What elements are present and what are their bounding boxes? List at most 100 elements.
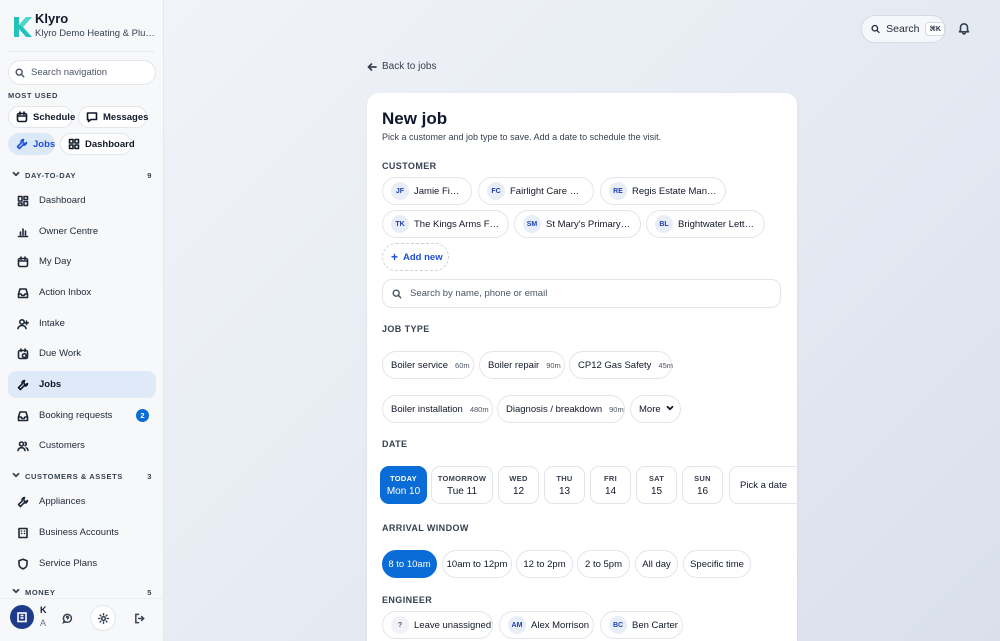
nav-search-input[interactable]: Search navigation <box>8 60 156 85</box>
engineer-option[interactable]: ? Leave unassigned <box>382 611 493 639</box>
notifications-button[interactable] <box>957 21 973 37</box>
date-option[interactable]: WED 12 <box>498 466 539 504</box>
arrival-window-option[interactable]: 10am to 12pm <box>442 550 512 578</box>
chevron-down-icon <box>12 170 20 180</box>
date-option[interactable]: SUN 16 <box>682 466 723 504</box>
bar-chart-icon <box>17 226 29 238</box>
sidebar-item-appliances[interactable]: Appliances <box>8 488 156 515</box>
quick-jobs-label: Jobs <box>33 138 56 150</box>
engineer-name: Alex Morrison <box>531 619 590 631</box>
count-badge: 2 <box>136 409 149 422</box>
building-icon <box>17 527 29 539</box>
group-customers-assets-count: 3 <box>147 471 152 481</box>
sidebar-item-intake[interactable]: Intake <box>8 310 156 337</box>
more-job-types-button[interactable]: More <box>630 395 681 423</box>
group-day-to-day-count: 9 <box>147 170 152 180</box>
customer-name: The Kings Arms Fre... <box>414 218 500 230</box>
theme-toggle-button[interactable] <box>90 605 116 631</box>
job-type-duration: 90m <box>546 360 561 370</box>
customer-initials: JF <box>391 182 409 200</box>
customer-option[interactable]: SM St Mary's Primary S... <box>514 210 641 238</box>
inbox-icon <box>17 410 29 422</box>
sidebar-item-owner-centre[interactable]: Owner Centre <box>8 218 156 245</box>
calendar-icon <box>16 111 28 123</box>
klyro-logo-icon <box>14 17 32 37</box>
sidebar-item-due-work[interactable]: Due Work <box>8 340 156 367</box>
date-option[interactable]: FRI 14 <box>590 466 631 504</box>
job-type-option[interactable]: Boiler service 60m <box>382 351 474 379</box>
brand[interactable]: Klyro Klyro Demo Heating & Plumbing <box>11 11 157 41</box>
date-value: 15 <box>650 485 663 497</box>
customer-search-input[interactable]: Search by name, phone or email <box>382 279 781 308</box>
back-to-jobs-link[interactable]: Back to jobs <box>367 61 436 72</box>
global-search-button[interactable]: Search ⌘K <box>861 15 946 43</box>
users-icon <box>17 440 29 452</box>
sidebar-footer: K A <box>0 598 163 641</box>
customer-option[interactable]: RE Regis Estate Manag... <box>600 177 726 205</box>
sidebar-item-dashboard[interactable]: Dashboard <box>8 187 156 214</box>
global-search-label: Search <box>886 23 920 35</box>
sidebar-item-business-accounts[interactable]: Business Accounts <box>8 519 156 546</box>
date-value: 13 <box>558 485 571 497</box>
quick-dashboard[interactable]: Dashboard <box>60 133 135 155</box>
sidebar: Klyro Klyro Demo Heating & Plumbing Sear… <box>0 0 164 641</box>
sun-icon <box>97 612 109 624</box>
more-label: More <box>639 403 661 415</box>
job-type-option[interactable]: CP12 Gas Safety 45m <box>569 351 673 379</box>
job-type-option[interactable]: Boiler installation 480m <box>382 395 493 423</box>
date-option[interactable]: TODAY Mon 10 <box>380 466 427 504</box>
group-day-to-day[interactable]: DAY-TO-DAY 9 <box>12 168 152 182</box>
arrival-window-option[interactable]: All day <box>635 550 678 578</box>
sidebar-item-action-inbox[interactable]: Action Inbox <box>8 279 156 306</box>
arrow-left-icon <box>367 62 377 71</box>
shield-icon <box>17 557 29 570</box>
arrival-window-option[interactable]: Specific time <box>683 550 751 578</box>
arrival-window-section-label: ARRIVAL WINDOW <box>382 523 469 533</box>
engineer-initials: ? <box>391 616 409 634</box>
arrival-window-option[interactable]: 12 to 2pm <box>516 550 573 578</box>
shortcut-hint: ⌘K <box>925 22 945 36</box>
date-option[interactable]: TOMORROW Tue 11 <box>431 466 493 504</box>
group-customers-assets[interactable]: CUSTOMERS & ASSETS 3 <box>12 469 152 483</box>
quick-schedule[interactable]: Schedule <box>8 106 75 128</box>
logout-button[interactable] <box>126 605 152 631</box>
user-sub: A <box>40 618 47 628</box>
calendar-clock-icon <box>17 347 29 360</box>
customer-option[interactable]: TK The Kings Arms Fre... <box>382 210 509 238</box>
wrench-icon <box>17 496 29 508</box>
job-type-option[interactable]: Diagnosis / breakdown 90m <box>497 395 625 423</box>
group-money[interactable]: MONEY 5 <box>12 585 152 599</box>
wrench-icon <box>16 138 28 150</box>
sidebar-item-customers[interactable]: Customers <box>8 432 156 459</box>
sidebar-item-my-day[interactable]: My Day <box>8 248 156 275</box>
date-option[interactable]: SAT 15 <box>636 466 677 504</box>
help-button[interactable] <box>54 605 80 631</box>
quick-messages[interactable]: Messages <box>78 106 148 128</box>
sidebar-item-booking-requests[interactable]: Booking requests 2 <box>8 402 156 429</box>
customer-option[interactable]: BL Brightwater Lettings <box>646 210 765 238</box>
engineer-option[interactable]: AM Alex Morrison <box>499 611 594 639</box>
wrench-icon <box>17 379 29 391</box>
sidebar-item-label: Appliances <box>39 496 86 507</box>
date-day: TOMORROW <box>437 473 487 483</box>
page-title: New job <box>382 109 448 128</box>
sidebar-item-jobs[interactable]: Jobs <box>8 371 156 398</box>
job-type-name: Boiler service <box>391 359 449 371</box>
quick-jobs[interactable]: Jobs <box>8 133 55 155</box>
sidebar-item-service-plans[interactable]: Service Plans <box>8 550 156 577</box>
job-type-option[interactable]: Boiler repair 90m <box>479 351 565 379</box>
date-option[interactable]: THU 13 <box>544 466 585 504</box>
arrival-window-option[interactable]: 2 to 5pm <box>577 550 630 578</box>
customer-option[interactable]: JF Jamie Fixture <box>382 177 472 205</box>
arrival-window-label: 2 to 5pm <box>585 558 622 570</box>
arrival-window-option[interactable]: 8 to 10am <box>382 550 437 578</box>
new-job-card: New job Pick a customer and job type to … <box>367 93 799 641</box>
engineer-option[interactable]: BC Ben Carter <box>600 611 683 639</box>
plus-icon: + <box>391 250 399 264</box>
avatar[interactable] <box>10 605 34 629</box>
date-day: TODAY <box>390 473 417 483</box>
pick-a-date-button[interactable]: Pick a date <box>729 466 799 504</box>
customer-initials: TK <box>391 215 409 233</box>
customer-option[interactable]: FC Fairlight Care Home <box>478 177 594 205</box>
add-new-customer-button[interactable]: + Add new <box>382 243 449 271</box>
